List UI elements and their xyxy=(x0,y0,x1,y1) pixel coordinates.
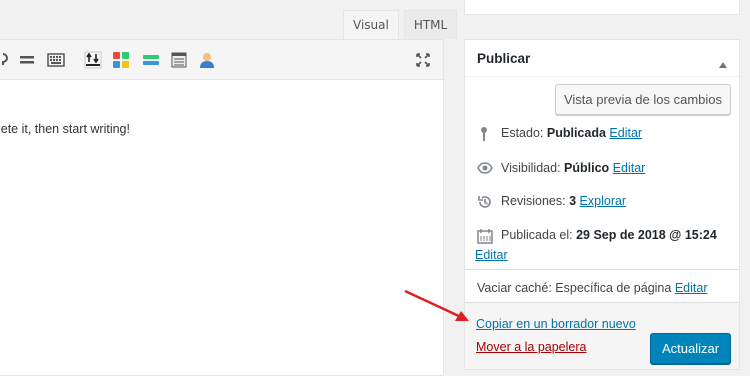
status-edit-link[interactable]: Editar xyxy=(609,126,642,140)
cache-edit-link[interactable]: Editar xyxy=(675,281,708,295)
major-publishing-actions: Copiar en un borrador nuevo Mover a la p… xyxy=(465,303,739,369)
collapse-arrow-icon[interactable] xyxy=(719,57,727,71)
tab-html[interactable]: HTML xyxy=(403,10,458,39)
eye-icon xyxy=(477,161,493,178)
revisions-value: 3 xyxy=(569,194,577,208)
table-icon[interactable] xyxy=(170,51,188,69)
status-label: Estado: xyxy=(501,126,544,140)
preview-changes-button[interactable]: Vista previa de los cambios xyxy=(555,84,731,115)
published-edit-link[interactable]: Editar xyxy=(475,248,508,262)
cache-row: Vaciar caché: Específica de página Edita… xyxy=(477,281,707,295)
user-icon[interactable] xyxy=(198,51,216,69)
status-value: Publicada xyxy=(546,126,606,140)
editor-content[interactable]: Delete it, then start writing! xyxy=(0,122,130,136)
more-tag-icon[interactable] xyxy=(0,51,12,69)
published-label: Publicada el: xyxy=(501,228,573,242)
history-icon xyxy=(477,194,493,213)
visibility-edit-link[interactable]: Editar xyxy=(613,161,646,175)
revisions-explore-link[interactable]: Explorar xyxy=(580,194,627,208)
published-value: 29 Sep de 2018 @ 15:24 xyxy=(576,228,717,242)
publish-box: Publicar Vista previa de los cambios Est… xyxy=(464,39,740,370)
pin-icon xyxy=(477,126,491,145)
visibility-value: Público xyxy=(564,161,610,175)
editor-box: Delete it, then start writing! xyxy=(0,39,444,376)
publish-header[interactable]: Publicar xyxy=(465,40,739,77)
calendar-icon xyxy=(477,228,493,247)
publish-title: Publicar xyxy=(477,51,531,66)
move-to-trash-link[interactable]: Mover a la papelera xyxy=(476,340,586,354)
cache-label: Vaciar caché: Específica de página xyxy=(477,281,672,295)
editor-toolbar xyxy=(0,40,443,80)
tab-visual[interactable]: Visual xyxy=(343,10,399,40)
divider-icon[interactable] xyxy=(142,51,160,69)
color-blocks-icon[interactable] xyxy=(112,51,130,69)
toolbar-toggle-icon[interactable] xyxy=(18,51,36,69)
editor-tabs: Visual HTML xyxy=(338,10,458,40)
keyboard-icon[interactable] xyxy=(47,51,65,69)
copy-to-draft-link[interactable]: Copiar en un borrador nuevo xyxy=(476,317,636,331)
insert-icon[interactable] xyxy=(84,51,102,69)
visibility-label: Visibilidad: xyxy=(501,161,561,175)
sidebar-previous-box xyxy=(464,0,740,15)
annotation-arrow-icon xyxy=(403,289,473,328)
divider xyxy=(465,269,739,270)
fullscreen-icon[interactable] xyxy=(414,51,432,69)
update-button[interactable]: Actualizar xyxy=(650,333,731,364)
revisions-label: Revisiones: xyxy=(501,194,566,208)
